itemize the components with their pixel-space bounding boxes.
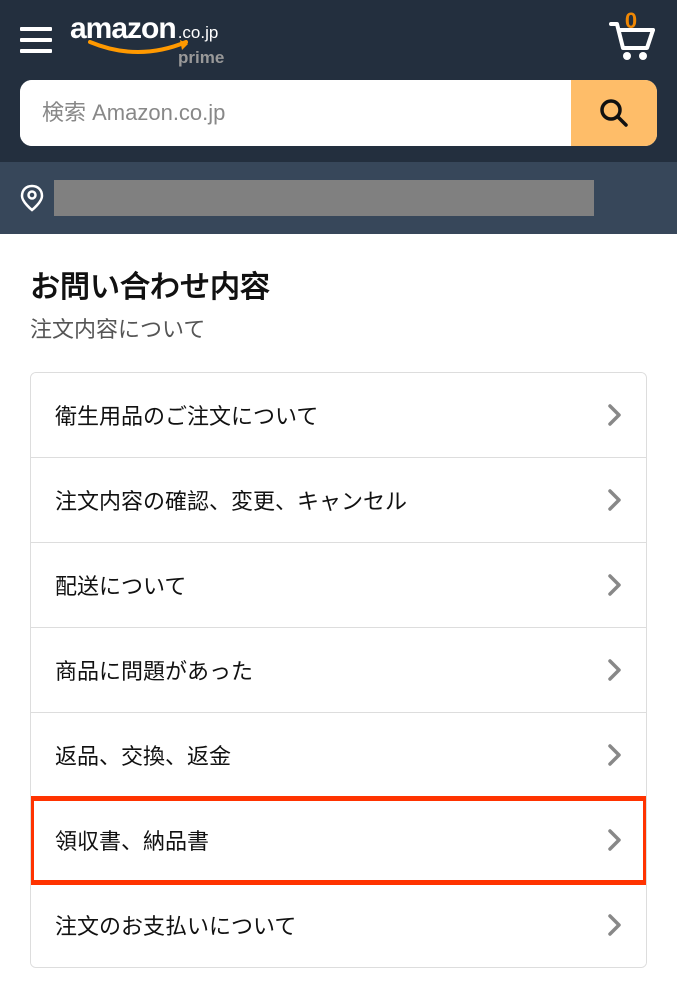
chevron-right-icon bbox=[608, 488, 622, 512]
header-top: amazon .co.jp prime 0 bbox=[0, 0, 677, 80]
topic-item[interactable]: 衛生用品のご注文について bbox=[31, 373, 646, 458]
menu-button[interactable] bbox=[20, 27, 52, 53]
page-title: お問い合わせ内容 bbox=[30, 262, 647, 306]
search-input[interactable] bbox=[20, 80, 571, 146]
header: amazon .co.jp prime 0 bbox=[0, 0, 677, 234]
topic-item[interactable]: 領収書、納品書 bbox=[31, 798, 646, 883]
location-bar[interactable] bbox=[0, 162, 677, 234]
search-bar bbox=[20, 80, 657, 146]
chevron-right-icon bbox=[608, 658, 622, 682]
topic-item[interactable]: 注文内容の確認、変更、キャンセル bbox=[31, 458, 646, 543]
location-text-redacted bbox=[54, 180, 594, 216]
topic-item-label: 衛生用品のご注文について bbox=[55, 399, 318, 431]
topic-list: 衛生用品のご注文について注文内容の確認、変更、キャンセル配送について商品に問題が… bbox=[30, 372, 647, 968]
search-icon bbox=[599, 98, 629, 128]
page-subtitle: 注文内容について bbox=[30, 312, 647, 344]
chevron-right-icon bbox=[608, 828, 622, 852]
topic-item[interactable]: 商品に問題があった bbox=[31, 628, 646, 713]
topic-item-label: 注文のお支払いについて bbox=[55, 909, 296, 941]
topic-item-label: 領収書、納品書 bbox=[55, 824, 209, 856]
chevron-right-icon bbox=[608, 573, 622, 597]
topic-item-label: 配送について bbox=[55, 569, 186, 601]
topic-item[interactable]: 注文のお支払いについて bbox=[31, 883, 646, 967]
topic-item-label: 商品に問題があった bbox=[55, 654, 253, 686]
topic-item-label: 返品、交換、返金 bbox=[55, 739, 231, 771]
topic-item[interactable]: 返品、交換、返金 bbox=[31, 713, 646, 798]
topic-item-label: 注文内容の確認、変更、キャンセル bbox=[55, 484, 407, 516]
chevron-right-icon bbox=[608, 913, 622, 937]
smile-icon bbox=[88, 40, 188, 58]
location-icon bbox=[20, 184, 44, 212]
chevron-right-icon bbox=[608, 403, 622, 427]
cart-button[interactable]: 0 bbox=[605, 14, 657, 67]
logo-prime: prime bbox=[178, 48, 224, 68]
header-left: amazon .co.jp prime bbox=[20, 12, 224, 68]
amazon-logo[interactable]: amazon .co.jp prime bbox=[70, 12, 224, 68]
topic-item[interactable]: 配送について bbox=[31, 543, 646, 628]
chevron-right-icon bbox=[608, 743, 622, 767]
content: お問い合わせ内容 注文内容について 衛生用品のご注文について注文内容の確認、変更… bbox=[0, 234, 677, 996]
cart-count: 0 bbox=[625, 8, 637, 34]
search-button[interactable] bbox=[571, 80, 657, 146]
